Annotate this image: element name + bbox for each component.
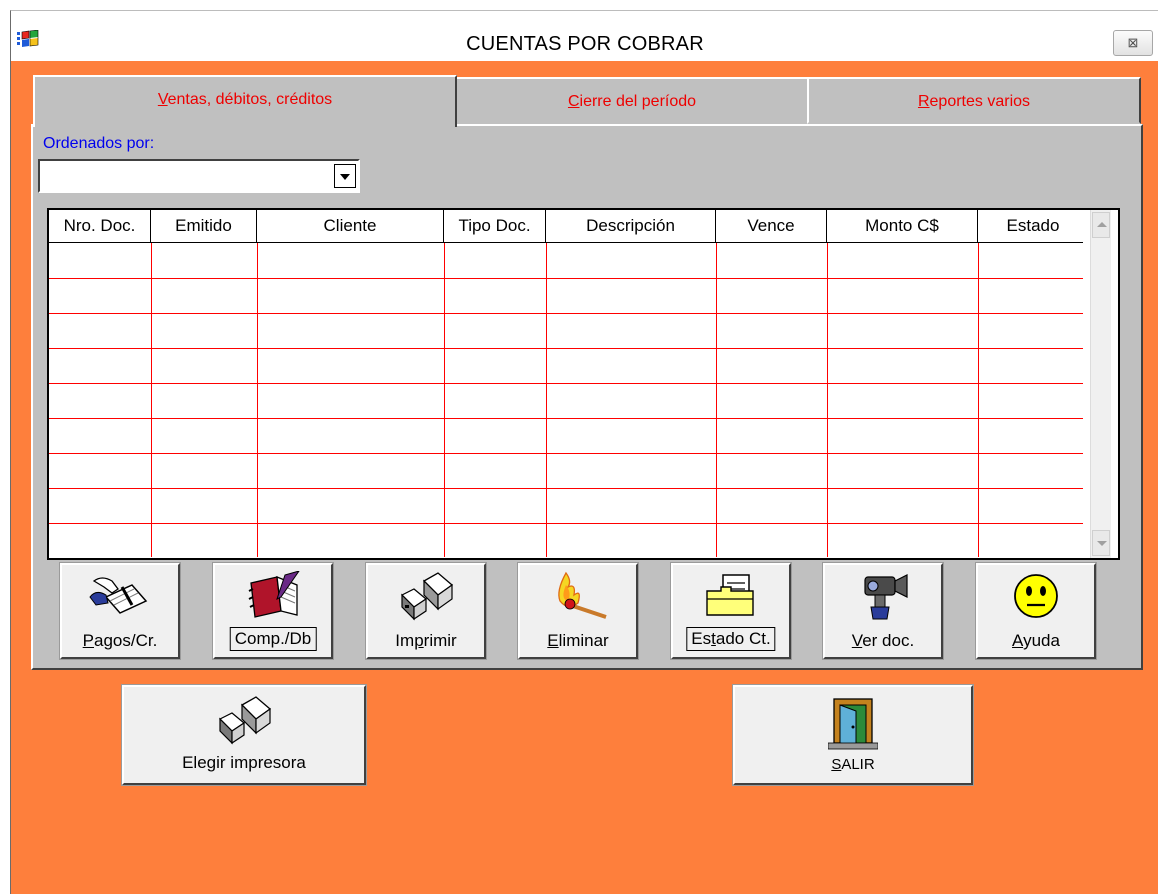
column-header[interactable]: Cliente (257, 210, 444, 242)
vertical-scrollbar[interactable] (1090, 210, 1111, 558)
notebook-pencil-icon (248, 571, 300, 618)
scroll-up-icon[interactable] (1092, 212, 1110, 238)
salir-label: SALIR (831, 756, 875, 773)
tab-reportes[interactable]: Reportes varios (807, 77, 1141, 124)
pagos-label: Pagos/Cr. (82, 631, 158, 650)
elegir-impresora-button[interactable]: Elegir impresora (121, 684, 367, 786)
exit-door-icon (828, 698, 878, 750)
smiley-face-icon (1014, 574, 1058, 618)
pagos-button[interactable]: Pagos/Cr. (59, 562, 181, 660)
eliminar-button[interactable]: Eliminar (517, 562, 639, 660)
grid-column-line (827, 243, 828, 557)
grid-row-line (49, 348, 1083, 349)
estado-ct-button[interactable]: Estado Ct. (670, 562, 792, 660)
ayuda-button[interactable]: Ayuda (975, 562, 1097, 660)
column-header[interactable]: Monto C$ (827, 210, 978, 242)
column-header[interactable]: Vence (716, 210, 827, 242)
close-icon: ⊠ (1127, 35, 1139, 50)
grid-row-line (49, 313, 1083, 314)
grid-header: Nro. Doc. Emitido Cliente Tipo Doc. Desc… (49, 210, 1083, 243)
tab-ventas[interactable]: Ventas, débitos, créditos (33, 75, 457, 127)
column-header[interactable]: Estado (978, 210, 1088, 242)
eliminar-label: Eliminar (547, 631, 609, 650)
title-bar: CUENTAS POR COBRAR ⊠ (11, 11, 1159, 61)
grid-row-line (49, 523, 1083, 524)
salir-button[interactable]: SALIR (732, 684, 974, 786)
scroll-down-icon[interactable] (1092, 530, 1110, 556)
imprimir-label: Imprimir (395, 631, 457, 650)
order-by-dropdown[interactable] (38, 159, 360, 193)
column-header[interactable]: Tipo Doc. (444, 210, 546, 242)
documents-grid[interactable]: Nro. Doc. Emitido Cliente Tipo Doc. Desc… (47, 208, 1120, 560)
grid-row-line (49, 488, 1083, 489)
imprimir-button[interactable]: Imprimir (365, 562, 487, 660)
close-button[interactable]: ⊠ (1113, 30, 1153, 56)
estado-ct-label: Estado Ct. (686, 627, 776, 651)
grid-row-line (49, 453, 1083, 454)
elegir-impresora-label: Elegir impresora (182, 753, 306, 772)
comp-db-button[interactable]: Comp./Db (212, 562, 334, 660)
comp-db-label: Comp./Db (229, 627, 317, 651)
grid-row-line (49, 418, 1083, 419)
burning-match-icon (558, 571, 607, 619)
ver-doc-button[interactable]: Ver doc. (822, 562, 944, 660)
grid-column-line (151, 243, 152, 557)
grid-column-line (716, 243, 717, 557)
printer-icon (218, 696, 272, 745)
grid-row-line (49, 383, 1083, 384)
printer-icon (400, 572, 454, 621)
payment-hand-icon (89, 577, 148, 614)
dropdown-arrow-icon[interactable] (334, 164, 356, 188)
column-header[interactable]: Emitido (151, 210, 257, 242)
window-title: CUENTAS POR COBRAR (466, 33, 704, 55)
tab-cierre[interactable]: Cierre del período (455, 77, 809, 124)
ver-doc-label: Ver doc. (851, 631, 915, 650)
column-header[interactable]: Nro. Doc. (49, 210, 151, 242)
grid-row-line (49, 278, 1083, 279)
grid-column-line (444, 243, 445, 557)
column-header[interactable]: Descripción (546, 210, 716, 242)
camera-icon (864, 574, 908, 620)
grid-column-line (546, 243, 547, 557)
grid-column-line (257, 243, 258, 557)
document-folder-icon (706, 574, 754, 616)
ayuda-label: Ayuda (1012, 631, 1060, 650)
order-by-label: Ordenados por: (43, 135, 155, 152)
grid-column-line (978, 243, 979, 557)
